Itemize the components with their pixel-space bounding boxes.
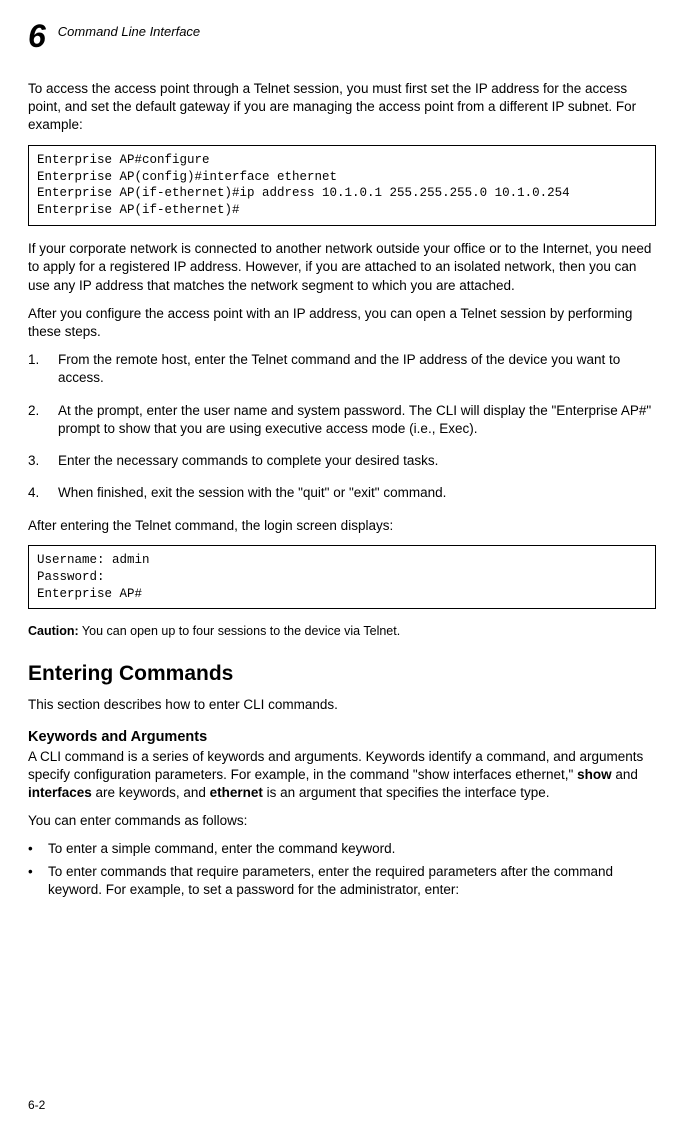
text-span: A CLI command is a series of keywords an… [28,749,643,782]
list-item: 1. From the remote host, enter the Telne… [28,351,656,387]
caution-text: You can open up to four sessions to the … [79,624,401,638]
paragraph: To access the access point through a Tel… [28,80,656,135]
caution-note: Caution: You can open up to four session… [28,623,656,640]
list-content: When finished, exit the session with the… [58,484,656,502]
page-number: 6-2 [28,1098,45,1112]
list-number: 1. [28,351,58,387]
keyword-bold: show [577,767,612,782]
paragraph: You can enter commands as follows: [28,812,656,830]
paragraph: After you configure the access point wit… [28,305,656,341]
section-heading: Entering Commands [28,662,656,686]
list-item: 2. At the prompt, enter the user name an… [28,402,656,438]
list-item: • To enter commands that require paramet… [28,863,656,899]
bullet-dot: • [28,863,48,899]
list-content: Enter the necessary commands to complete… [58,452,656,470]
page-header: 6 Command Line Interface [28,20,656,52]
code-block: Enterprise AP#configure Enterprise AP(co… [28,145,656,227]
text-span: is an argument that specifies the interf… [263,785,550,800]
paragraph: If your corporate network is connected t… [28,240,656,295]
text-span: and [612,767,638,782]
paragraph: A CLI command is a series of keywords an… [28,748,656,803]
list-number: 2. [28,402,58,438]
keyword-bold: interfaces [28,785,92,800]
chapter-number: 6 [28,20,46,52]
list-content: At the prompt, enter the user name and s… [58,402,656,438]
list-number: 3. [28,452,58,470]
bullet-list: • To enter a simple command, enter the c… [28,840,656,899]
paragraph: This section describes how to enter CLI … [28,696,656,714]
subsection-heading: Keywords and Arguments [28,729,656,745]
caution-label: Caution: [28,624,79,638]
text-span: are keywords, and [92,785,210,800]
code-block: Username: admin Password: Enterprise AP# [28,545,656,610]
list-item: 3. Enter the necessary commands to compl… [28,452,656,470]
list-content: To enter commands that require parameter… [48,863,656,899]
list-item: 4. When finished, exit the session with … [28,484,656,502]
list-content: From the remote host, enter the Telnet c… [58,351,656,387]
numbered-list: 1. From the remote host, enter the Telne… [28,351,656,502]
paragraph: After entering the Telnet command, the l… [28,517,656,535]
bullet-dot: • [28,840,48,858]
keyword-bold: ethernet [210,785,263,800]
list-item: • To enter a simple command, enter the c… [28,840,656,858]
header-title: Command Line Interface [58,24,200,39]
list-number: 4. [28,484,58,502]
list-content: To enter a simple command, enter the com… [48,840,656,858]
